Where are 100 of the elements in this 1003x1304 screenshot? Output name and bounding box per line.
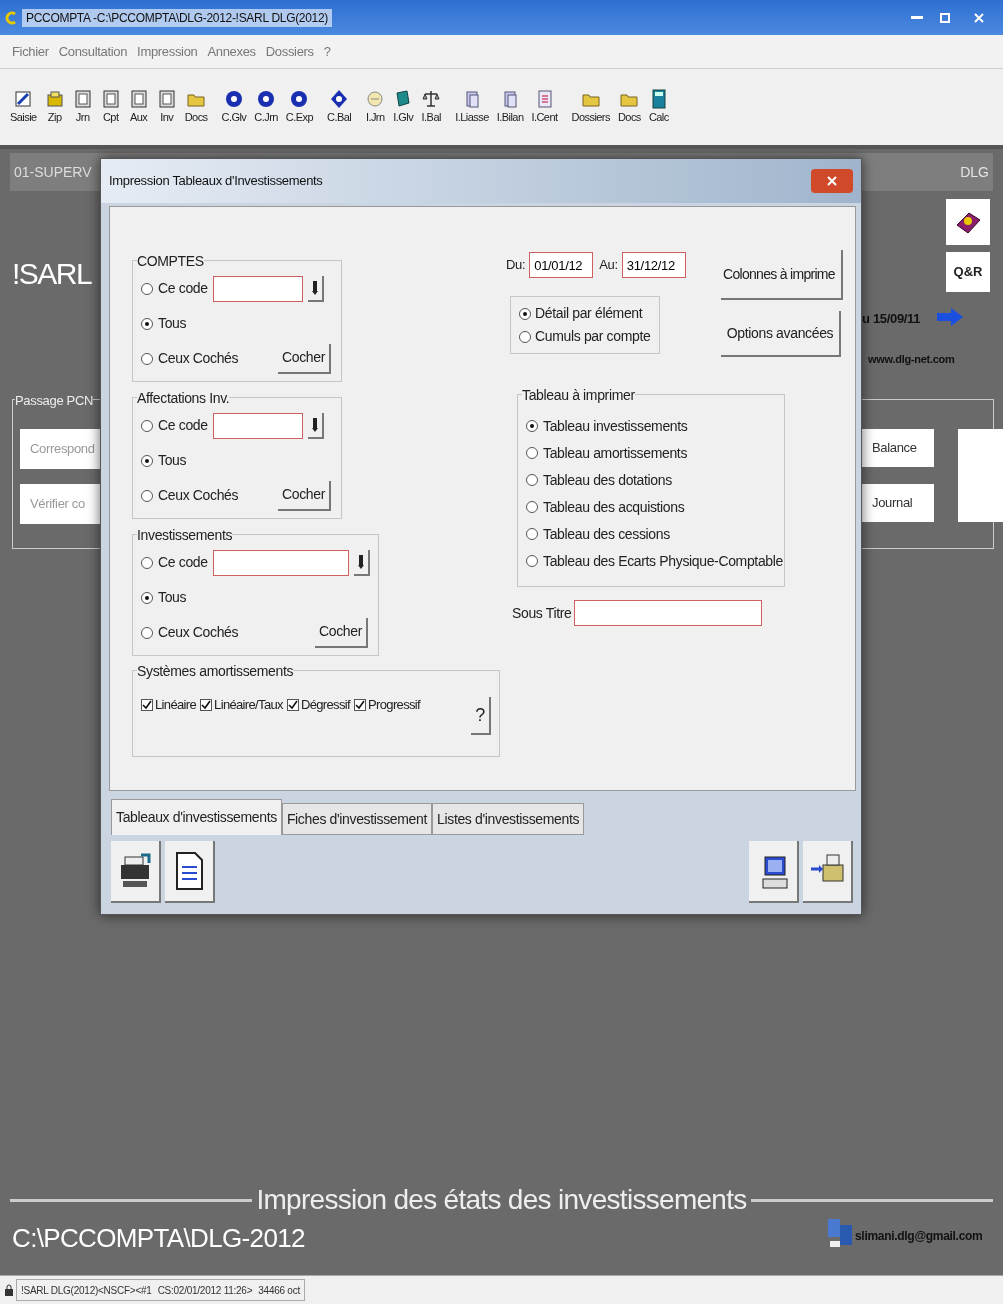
radio-button[interactable] xyxy=(519,307,531,320)
dialog-title: Impression Tableaux d'Investissements xyxy=(109,172,323,191)
radio-label: Tableau des dotations xyxy=(543,470,672,490)
background-button[interactable]: Balance xyxy=(862,429,934,467)
toolbar-button[interactable]: I.Glv xyxy=(391,88,416,126)
computer-button[interactable] xyxy=(749,841,799,903)
dropdown-button[interactable] xyxy=(307,275,324,302)
tab[interactable]: Fiches d'investissement xyxy=(281,803,433,835)
columns-button[interactable]: Colonnes à imprime xyxy=(721,250,843,300)
date-field[interactable]: 31/12/12 xyxy=(621,252,686,278)
options-button[interactable]: Options avancées xyxy=(721,311,841,357)
checkbox[interactable] xyxy=(354,698,366,711)
toolbar-button[interactable]: C.Bal xyxy=(325,88,354,126)
toolbar-button[interactable]: C.Exp xyxy=(283,88,316,126)
minimize-icon xyxy=(911,16,923,19)
checkbox[interactable] xyxy=(286,698,299,711)
radio-button[interactable] xyxy=(141,419,153,432)
company-name: !SARL xyxy=(12,256,92,292)
radio-label: Cumuls par compte xyxy=(535,327,651,346)
toolbar-button[interactable]: Aux xyxy=(126,88,151,126)
down-arrow-icon xyxy=(357,554,364,569)
dropdown-button[interactable] xyxy=(353,549,370,576)
radio-button[interactable] xyxy=(526,447,538,459)
radio-button[interactable] xyxy=(141,454,153,467)
radio-label: Tableau des acquistions xyxy=(543,497,685,517)
radio-label: Tableau amortissements xyxy=(543,443,688,463)
arrow-right-icon xyxy=(936,307,964,327)
check-button[interactable]: Cocher xyxy=(314,617,368,648)
radio-label: Détail par élément xyxy=(535,304,643,323)
print-setup-button[interactable] xyxy=(111,841,161,903)
toolbar-button[interactable]: I.Liasse xyxy=(453,88,491,126)
toolbar-button[interactable]: Cpt xyxy=(98,88,123,126)
menu-item[interactable]: Fichier xyxy=(12,41,49,62)
toolbar-button[interactable]: Dossiers xyxy=(569,88,612,126)
toolbar-button[interactable]: Jrn xyxy=(70,88,95,126)
radio-button[interactable] xyxy=(519,330,531,343)
menu-item[interactable]: Consultation xyxy=(58,41,128,62)
radio-button[interactable] xyxy=(526,501,538,513)
help-book-button[interactable] xyxy=(946,199,990,245)
dropdown-button[interactable] xyxy=(307,412,324,439)
toolbar-button[interactable]: I.Jrn xyxy=(363,88,388,126)
tab[interactable]: Tableaux d'investissements xyxy=(111,799,282,835)
checkbox-label: Linéaire/Taux xyxy=(214,696,283,714)
code-field[interactable] xyxy=(212,275,303,302)
check-button[interactable]: Cocher xyxy=(277,480,331,511)
radio-button[interactable] xyxy=(526,555,538,567)
checkbox-label: Linéaire xyxy=(155,696,197,714)
menu-item[interactable]: Impression xyxy=(137,41,198,62)
close-icon xyxy=(973,11,985,24)
close-button[interactable] xyxy=(811,169,853,193)
menu-item[interactable]: Dossiers xyxy=(265,41,314,62)
check-button[interactable]: Cocher xyxy=(277,343,331,374)
radio-button[interactable] xyxy=(141,317,153,330)
toolbar-button[interactable]: Saisie xyxy=(8,88,39,126)
toolbar-button[interactable]: Calc xyxy=(646,88,671,126)
toolbar-button[interactable]: Docs xyxy=(615,88,643,126)
background-button[interactable]: Journal xyxy=(862,484,934,522)
pencil-icon xyxy=(13,88,34,109)
toolbar-button[interactable]: C.Jrn xyxy=(252,88,280,126)
code-field[interactable] xyxy=(212,549,349,576)
help-button[interactable]: ? xyxy=(471,697,491,735)
radio-label: Tous xyxy=(158,314,187,333)
radio-button[interactable] xyxy=(526,528,538,540)
menu-item[interactable]: Annexes xyxy=(207,41,256,62)
balance-icon xyxy=(421,88,442,109)
date-text: u 15/09/11 xyxy=(862,310,921,328)
ledger-icon xyxy=(156,88,177,109)
subtitle-field[interactable] xyxy=(573,600,762,626)
radio-button[interactable] xyxy=(141,591,153,604)
radio-label: Ce code xyxy=(158,416,208,435)
path-text: C:\PCCOMPTA\DLG-2012 xyxy=(12,1222,305,1255)
radio-button[interactable] xyxy=(141,282,153,295)
code-field[interactable] xyxy=(212,412,303,439)
menu-item[interactable]: ? xyxy=(323,41,331,62)
user-label: 01-SUPERV xyxy=(14,162,92,182)
field-label: Du: xyxy=(506,256,526,275)
radio-button[interactable] xyxy=(526,420,538,432)
radio-button[interactable] xyxy=(526,474,538,486)
document-button[interactable] xyxy=(165,841,215,903)
toolbar-button[interactable]: I.Cent xyxy=(529,88,560,126)
tab[interactable]: Listes d'investissements xyxy=(432,803,585,835)
radio-button[interactable] xyxy=(141,489,153,502)
checkbox-label: Dégressif xyxy=(300,696,350,714)
radio-button[interactable] xyxy=(141,352,153,365)
radio-label: Ce code xyxy=(158,279,208,298)
toolbar-button[interactable]: Inv xyxy=(154,88,179,126)
window-title: PCCOMPTA -C:\PCCOMPTA\DLG-2012-!SARL DLG(2012) xyxy=(22,8,333,27)
field-label: Sous Titre xyxy=(512,603,572,623)
toolbar-button[interactable]: Zip xyxy=(42,88,67,126)
toolbar-button[interactable]: I.Bilan xyxy=(494,88,526,126)
toolbar-button[interactable]: C.Glv xyxy=(219,88,249,126)
radio-button[interactable] xyxy=(141,556,153,569)
checkbox[interactable] xyxy=(141,698,153,711)
radio-button[interactable] xyxy=(141,626,153,639)
toolbar-button[interactable]: I.Bal xyxy=(419,88,444,126)
checkbox[interactable] xyxy=(200,698,213,711)
date-field[interactable]: 01/01/12 xyxy=(529,252,594,278)
toolbar-button[interactable]: Docs xyxy=(182,88,210,126)
qa-button[interactable]: Q&R xyxy=(946,252,990,292)
print-button[interactable] xyxy=(803,841,853,903)
